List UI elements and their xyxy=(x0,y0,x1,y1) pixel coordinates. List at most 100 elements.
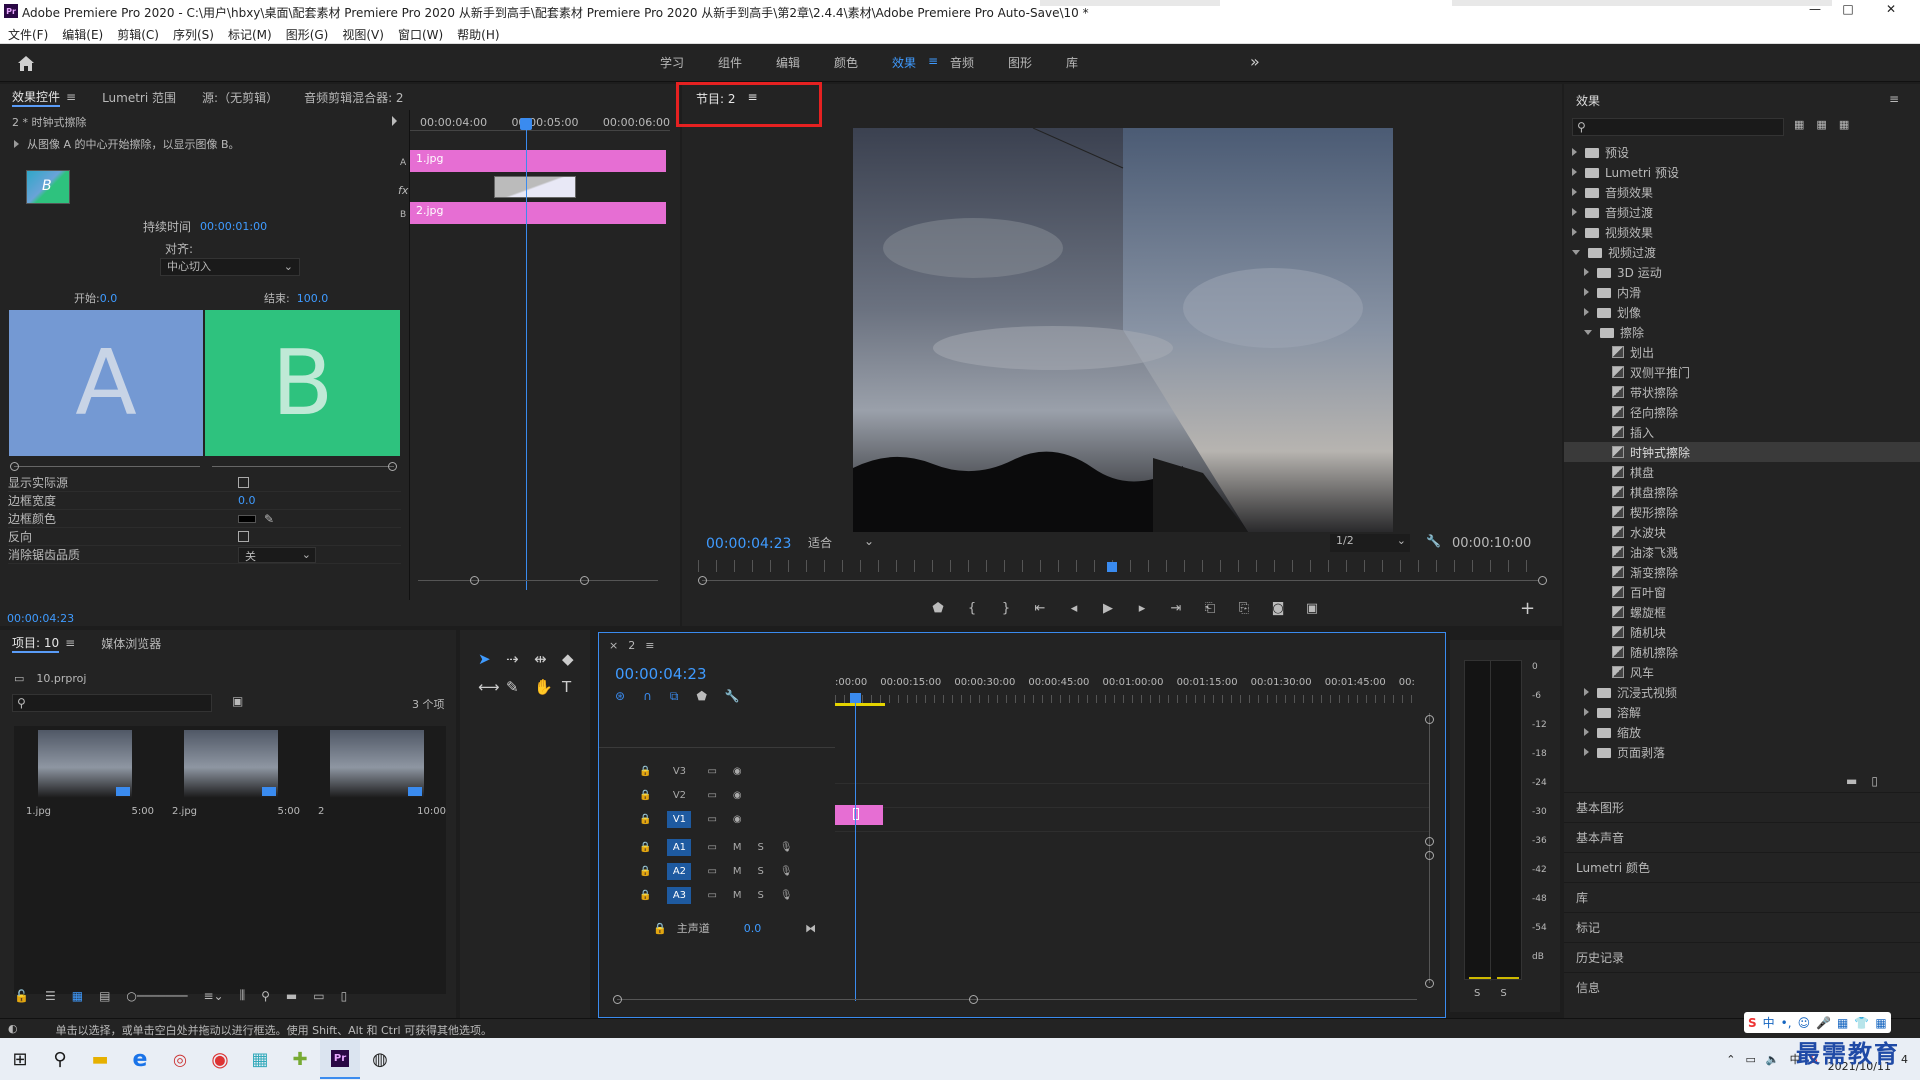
effect-tree-item[interactable]: 随机擦除 xyxy=(1564,642,1920,662)
timeline-tab[interactable]: 2 xyxy=(628,639,635,652)
effect-tree-item[interactable]: 螺旋框 xyxy=(1564,602,1920,622)
effect-tree-item[interactable]: 随机块 xyxy=(1564,622,1920,642)
effect-tree-item[interactable]: 缩放 xyxy=(1564,722,1920,742)
chevron-right-icon[interactable] xyxy=(1572,188,1577,196)
lift-icon[interactable]: ⎗ xyxy=(1200,598,1220,618)
lock-icon[interactable]: 🔒 xyxy=(639,790,651,801)
maximize-button[interactable]: □ xyxy=(1833,2,1863,16)
chevron-right-icon[interactable] xyxy=(1572,208,1577,216)
eye-icon[interactable]: ◉ xyxy=(733,790,742,801)
timeline-clip-v1[interactable] xyxy=(835,805,883,825)
ec-tab-1[interactable]: Lumetri 范围 xyxy=(102,89,176,106)
type-tool-icon[interactable]: T xyxy=(562,678,590,696)
chevron-down-icon[interactable] xyxy=(1584,329,1592,335)
sync-lock-icon[interactable]: ▭ xyxy=(707,890,716,901)
program-time-ruler[interactable] xyxy=(698,560,1542,572)
solo-left-button[interactable]: S xyxy=(1474,988,1480,999)
ime-skin-icon[interactable]: 👕 xyxy=(1854,1016,1869,1030)
menu-item-4[interactable]: 标记(M) xyxy=(228,26,272,43)
effect-tree-item[interactable]: 双侧平推门 xyxy=(1564,362,1920,382)
workspace-menu-icon[interactable]: ≡ xyxy=(928,54,950,71)
checkbox[interactable] xyxy=(238,477,249,488)
workspace-tab-1[interactable]: 组件 xyxy=(718,54,776,71)
effect-tree-item[interactable]: 划出 xyxy=(1564,342,1920,362)
lock-icon[interactable]: 🔒 xyxy=(639,766,651,777)
lock-icon[interactable]: 🔒 xyxy=(653,922,667,935)
menu-item-2[interactable]: 剪辑(C) xyxy=(117,26,159,43)
timeline-h-scroll[interactable] xyxy=(617,999,1417,1000)
duration-value[interactable]: 00:00:01:00 xyxy=(200,220,267,233)
project-tab-0[interactable]: 项目: 10 xyxy=(12,634,60,653)
file-explorer-icon[interactable]: ▬ xyxy=(80,1039,120,1079)
ec-tab-3[interactable]: 音频剪辑混合器: 2 xyxy=(304,89,404,106)
project-tab-menu-icon[interactable]: ≡ xyxy=(65,636,75,650)
effect-tree-item[interactable]: 棋盘 xyxy=(1564,462,1920,482)
sync-lock-icon[interactable]: ▭ xyxy=(707,842,716,853)
effect-tree-item[interactable]: 视频过渡 xyxy=(1564,242,1920,262)
yuv-effects-icon[interactable]: ▦ xyxy=(1839,118,1849,131)
track-label[interactable]: A2 xyxy=(667,862,692,880)
new-search-bin-icon[interactable]: ▣ xyxy=(232,694,243,708)
quality-dropdown[interactable]: 1/2 ⌄ xyxy=(1330,534,1410,552)
windows-start-icon[interactable]: ⊞ xyxy=(0,1039,40,1079)
program-zoom-left[interactable] xyxy=(698,576,707,585)
minimize-button[interactable]: — xyxy=(1800,2,1830,16)
lock-icon[interactable]: 🔒 xyxy=(639,814,651,825)
ime-punct[interactable]: •, xyxy=(1781,1016,1792,1030)
h-scroll-left-handle[interactable] xyxy=(613,995,622,1004)
ec-tab-2[interactable]: 源:（无剪辑） xyxy=(202,89,278,106)
export-frame-icon[interactable]: ◙ xyxy=(1268,598,1288,618)
start-slider[interactable] xyxy=(14,466,200,467)
jump-to-end-icon[interactable]: ⧓ xyxy=(805,922,816,935)
effect-tree-item[interactable]: 溶解 xyxy=(1564,702,1920,722)
colorful-app-icon[interactable]: ▦ xyxy=(240,1039,280,1079)
border-width-value[interactable]: 0.0 xyxy=(238,494,256,507)
lock-icon[interactable]: 🔒 xyxy=(639,890,651,901)
chevron-right-icon[interactable] xyxy=(1584,268,1589,276)
mark-out-icon[interactable]: } xyxy=(996,598,1016,618)
start-slider-handle[interactable] xyxy=(10,462,19,471)
timeline-playhead-handle[interactable] xyxy=(850,693,861,703)
effect-tree-item[interactable]: 内滑 xyxy=(1564,282,1920,302)
effect-tree-item[interactable]: 时钟式擦除 xyxy=(1564,442,1920,462)
effect-controls-timecode[interactable]: 00:00:04:23 xyxy=(7,612,74,625)
h-scroll-right-handle[interactable] xyxy=(969,995,978,1004)
effect-tree-item[interactable]: 页面剥落 xyxy=(1564,742,1920,762)
chevron-right-icon[interactable] xyxy=(1584,708,1589,716)
chevron-right-icon[interactable] xyxy=(1572,168,1577,176)
effect-tree-item[interactable]: 预设 xyxy=(1564,142,1920,162)
effect-tree-item[interactable]: 沉浸式视频 xyxy=(1564,682,1920,702)
master-value[interactable]: 0.0 xyxy=(744,922,762,935)
track-select-tool-icon[interactable]: ⇢ xyxy=(506,650,534,668)
chevron-right-icon[interactable] xyxy=(1584,288,1589,296)
clear-icon[interactable]: ▯ xyxy=(341,989,348,1003)
menu-item-0[interactable]: 文件(F) xyxy=(8,26,48,43)
effects-section-4[interactable]: 标记 xyxy=(1564,912,1920,942)
end-slider-handle[interactable] xyxy=(388,462,397,471)
zoom-handle-right[interactable] xyxy=(580,576,589,585)
effect-tree-item[interactable]: 擦除 xyxy=(1564,322,1920,342)
zoom-slider[interactable]: ○─────── xyxy=(126,989,187,1003)
premiere-taskbar-icon[interactable]: Pr xyxy=(320,1039,360,1079)
effect-tree-item[interactable]: 音频过渡 xyxy=(1564,202,1920,222)
ime-voice-icon[interactable]: 🎤 xyxy=(1816,1016,1831,1030)
camera-app-icon[interactable]: ◍ xyxy=(360,1039,400,1079)
delete-icon[interactable]: ▯ xyxy=(1871,774,1878,788)
effects-section-3[interactable]: 库 xyxy=(1564,882,1920,912)
play-preview-icon[interactable] xyxy=(14,140,19,148)
effect-tree-item[interactable]: 风车 xyxy=(1564,662,1920,682)
effect-tree-item[interactable]: 楔形擦除 xyxy=(1564,502,1920,522)
solo-button[interactable]: S xyxy=(758,866,764,877)
sogou-logo-icon[interactable]: S xyxy=(1748,1016,1757,1030)
step-forward-icon[interactable]: ▸ xyxy=(1132,598,1152,618)
clip-expand-icon[interactable] xyxy=(392,116,397,126)
end-slider[interactable] xyxy=(212,466,394,467)
track-label[interactable]: A3 xyxy=(667,886,692,904)
find-icon[interactable]: ⚲ xyxy=(261,989,270,1003)
automate-icon[interactable]: ⫼ xyxy=(240,988,246,1003)
add-marker-icon[interactable]: ⬟ xyxy=(696,689,706,704)
timeline-timecode[interactable]: 00:00:04:23 xyxy=(615,665,707,683)
workspace-tab-0[interactable]: 学习 xyxy=(660,54,718,71)
timeline-settings-icon[interactable]: 🔧 xyxy=(725,689,740,704)
solo-right-button[interactable]: S xyxy=(1500,988,1506,999)
